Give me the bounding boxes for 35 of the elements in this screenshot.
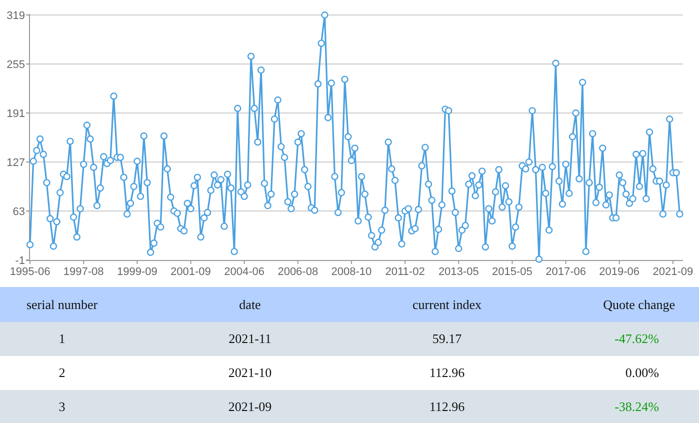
axis-label: 2021-09 xyxy=(652,266,694,278)
axis-label: 2008-10 xyxy=(331,266,372,278)
axis-label: 1995-06 xyxy=(10,266,50,278)
column-header: current index xyxy=(412,296,482,312)
table-cell: -47.62% xyxy=(614,331,659,347)
axis-label: 2006-08 xyxy=(278,266,318,278)
axis-label: 191 xyxy=(6,108,25,120)
axis-label: 319 xyxy=(6,10,25,22)
column-header: Quote change xyxy=(603,296,675,312)
axis-label: 2011-02 xyxy=(385,266,425,278)
axis-label: 2004-06 xyxy=(224,266,264,278)
axis-label: 1997-08 xyxy=(63,266,104,278)
table-cell: 59.17 xyxy=(432,331,462,347)
axis-label: 1999-09 xyxy=(116,266,158,278)
column-header: date xyxy=(239,296,261,312)
table-cell: 2 xyxy=(58,365,66,381)
axis-label: 2013-05 xyxy=(438,266,479,278)
table-cell: -38.24% xyxy=(614,399,659,415)
axis-label: 255 xyxy=(6,59,25,71)
table-cell: 0.00% xyxy=(625,365,659,381)
table-cell: 1 xyxy=(58,331,66,347)
axis-label: 2019-06 xyxy=(599,266,640,278)
table-cell: 3 xyxy=(58,399,66,415)
axis-label: -1 xyxy=(15,255,25,267)
table-cell: 112.96 xyxy=(429,399,465,415)
axis-label: 63 xyxy=(12,206,25,218)
axis-label: 2017-06 xyxy=(546,266,586,278)
table-cell: 2021-09 xyxy=(228,399,272,415)
column-header: serial number xyxy=(26,296,98,312)
table-cell: 112.96 xyxy=(429,365,465,381)
axis-label: 2015-05 xyxy=(492,266,532,278)
table-cell: 2021-11 xyxy=(228,331,272,347)
table-cell: 2021-10 xyxy=(228,365,272,381)
axis-label: 2001-09 xyxy=(170,266,211,278)
axis-label: 127 xyxy=(6,157,25,169)
